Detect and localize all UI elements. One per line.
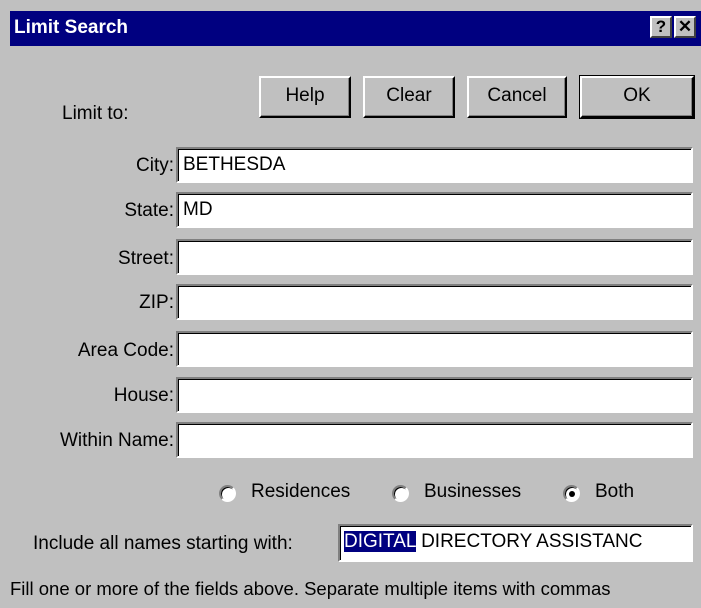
businesses-radio[interactable]	[392, 485, 409, 502]
businesses-label[interactable]: Businesses	[424, 481, 521, 503]
limit-to-label: Limit to:	[62, 103, 129, 124]
state-field[interactable]: MD	[176, 192, 693, 228]
radio-selected-dot	[569, 491, 575, 497]
both-label[interactable]: Both	[595, 481, 634, 503]
footer-instructions: Fill one or more of the fields above. Se…	[10, 578, 611, 599]
both-radio[interactable]	[563, 485, 580, 502]
cancel-button[interactable]: Cancel	[467, 76, 567, 118]
within-name-field[interactable]	[176, 422, 693, 458]
close-title-button[interactable]: ✕	[674, 16, 696, 38]
title-bar[interactable]: Limit Search ? ✕	[10, 11, 701, 46]
help-button[interactable]: Help	[259, 76, 351, 118]
include-selected-text: DIGITAL	[344, 531, 416, 552]
house-label: House:	[113, 385, 174, 406]
include-label: Include all names starting with:	[33, 533, 293, 554]
city-field[interactable]: BETHESDA	[176, 147, 693, 183]
zip-label: ZIP:	[139, 292, 174, 313]
house-field[interactable]	[176, 377, 693, 413]
question-icon: ?	[655, 17, 667, 36]
clear-button[interactable]: Clear	[363, 76, 455, 118]
include-names-field[interactable]: DIGITAL DIRECTORY ASSISTANC	[338, 524, 693, 562]
within-name-label: Within Name:	[59, 430, 174, 451]
city-label: City:	[136, 155, 174, 176]
street-label: Street:	[118, 248, 174, 269]
close-icon: ✕	[677, 17, 693, 36]
dialog-title: Limit Search	[14, 17, 129, 38]
zip-field[interactable]	[176, 284, 693, 320]
area-code-field[interactable]	[176, 331, 693, 367]
residences-radio[interactable]	[219, 485, 236, 502]
state-label: State:	[124, 200, 174, 221]
residences-label[interactable]: Residences	[251, 481, 350, 503]
street-field[interactable]	[176, 239, 693, 275]
ok-button[interactable]: OK	[579, 75, 695, 119]
help-title-button[interactable]: ?	[650, 16, 672, 38]
include-rest-text: DIRECTORY ASSISTANC	[415, 531, 643, 552]
area-code-label: Area Code:	[77, 340, 174, 361]
